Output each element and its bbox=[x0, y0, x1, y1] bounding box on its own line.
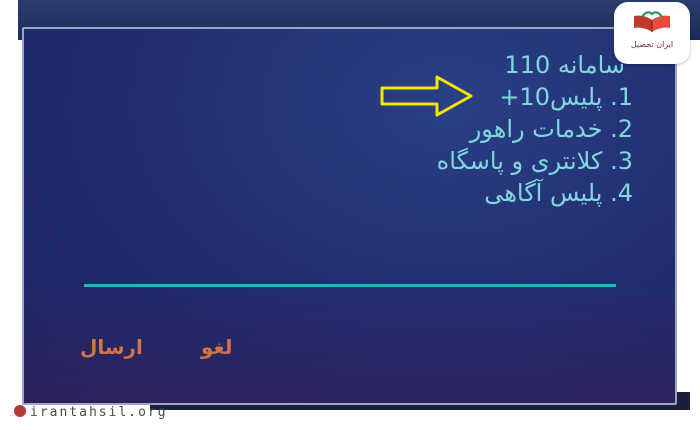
globe-icon bbox=[14, 405, 26, 417]
menu-title: سامانه 110 bbox=[504, 51, 625, 79]
menu-item-traffic-services[interactable]: 2. خدمات راهور bbox=[437, 115, 633, 147]
cancel-button[interactable]: لغو bbox=[201, 335, 232, 359]
watermark: irantahsil.org bbox=[14, 405, 168, 420]
book-logo-icon bbox=[634, 11, 670, 32]
menu-item-label: خدمات راهور bbox=[469, 115, 603, 143]
menu-item-label: پلیس10+ bbox=[499, 83, 603, 111]
menu-item-label: کلانتری و پاسگاه bbox=[436, 147, 603, 175]
logo-text: ایران تحصیل bbox=[630, 40, 674, 49]
menu-item-detective-police[interactable]: 4. پلیس آگاهی bbox=[437, 179, 633, 211]
menu-item-label: پلیس آگاهی bbox=[484, 179, 603, 207]
menu-item-number: 1. bbox=[610, 83, 633, 111]
send-button[interactable]: ارسال bbox=[80, 335, 143, 359]
menu-item-number: 3. bbox=[610, 147, 633, 175]
menu-item-number: 2. bbox=[610, 115, 633, 143]
watermark-text: irantahsil.org bbox=[30, 405, 168, 420]
site-logo: ایران تحصیل bbox=[614, 2, 690, 64]
tv-screen: سامانه 110 1. پلیس10+ 2. خدمات راهور 3. … bbox=[22, 27, 677, 405]
arrow-right-icon bbox=[380, 75, 473, 117]
menu-divider bbox=[84, 284, 616, 287]
menu-item-police-station[interactable]: 3. کلانتری و پاسگاه bbox=[437, 147, 633, 179]
menu-item-number: 4. bbox=[610, 179, 633, 207]
